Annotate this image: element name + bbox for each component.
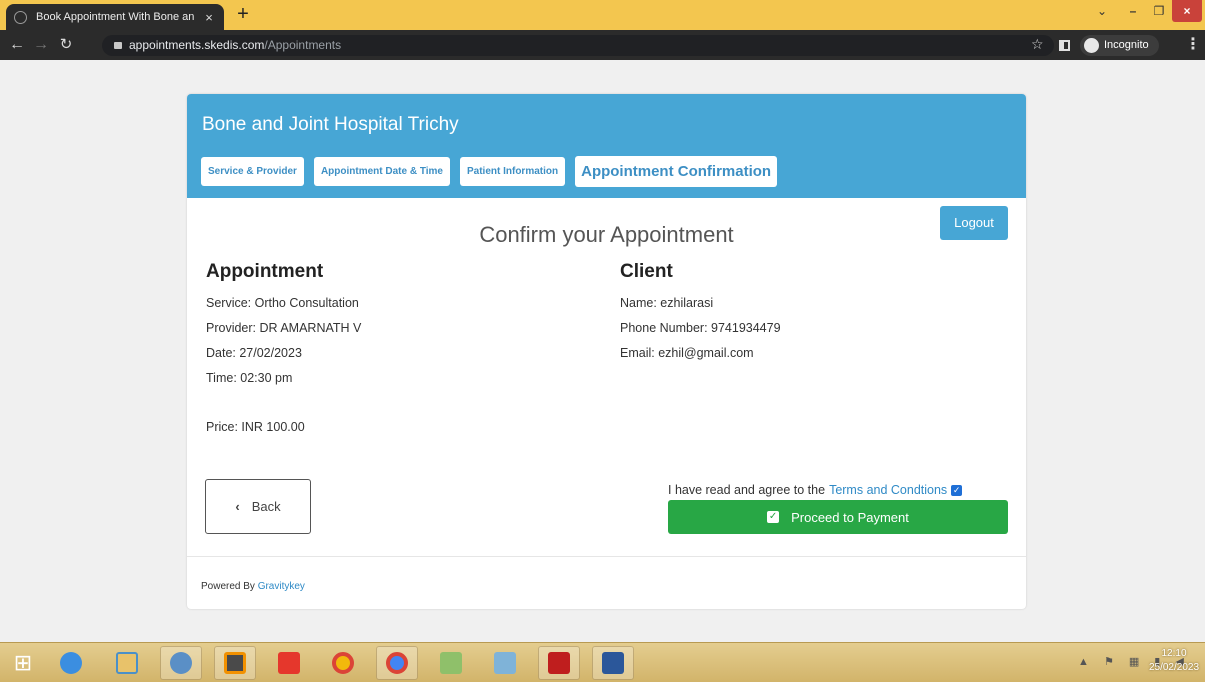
- minimize-button[interactable]: –: [1120, 0, 1146, 22]
- powered-by-text: Powered By: [201, 581, 255, 592]
- tab-search-chevron-icon[interactable]: ⌄: [1090, 0, 1114, 22]
- appointment-heading: Appointment: [206, 261, 324, 282]
- close-window-button[interactable]: ×: [1172, 0, 1202, 22]
- chrome-incognito-icon: [386, 652, 408, 674]
- proceed-label: Proceed to Payment: [791, 509, 909, 525]
- client-heading: Client: [620, 261, 673, 282]
- side-panel-icon[interactable]: [1059, 40, 1070, 51]
- card-footer: Powered By Gravitykey: [187, 556, 1026, 609]
- file-explorer-icon: [116, 652, 138, 674]
- tab-appointment-date-time[interactable]: Appointment Date & Time: [313, 157, 450, 186]
- windows-logo-icon: ⊞: [13, 650, 33, 675]
- taskbar-filezilla[interactable]: [538, 646, 580, 680]
- terms-text: I have read and agree to the: [668, 483, 826, 497]
- chevron-left-icon: ‹: [235, 499, 240, 514]
- clock-time: 12:10: [1161, 648, 1187, 659]
- back-button-label: Back: [251, 499, 281, 514]
- browser-tab[interactable]: Book Appointment With Bone an ×: [6, 4, 224, 30]
- reload-icon[interactable]: ↻: [55, 34, 77, 56]
- maximize-button[interactable]: ❐: [1148, 0, 1170, 22]
- taskbar-media[interactable]: [160, 646, 202, 680]
- step-tabs: Service & Provider Appointment Date & Ti…: [201, 156, 787, 187]
- media-app-icon: [170, 652, 192, 674]
- url-host: appointments.skedis.com: [129, 38, 265, 52]
- taskbar-app-pencil[interactable]: [484, 646, 526, 680]
- tab-close-icon[interactable]: ×: [202, 10, 216, 25]
- hospital-name: Bone and Joint Hospital Trichy: [202, 114, 459, 135]
- taskbar-chrome-incognito[interactable]: [376, 646, 418, 680]
- back-button[interactable]: ‹ Back: [205, 479, 311, 534]
- taskbar-ie[interactable]: [50, 646, 92, 680]
- word-icon: [602, 652, 624, 674]
- browser-toolbar: ← → ↻ appointments.skedis.com/Appointmen…: [0, 30, 1205, 60]
- tab-appointment-confirmation[interactable]: Appointment Confirmation: [575, 156, 778, 187]
- taskbar-chrome[interactable]: [322, 646, 364, 680]
- taskbar-explorer[interactable]: [106, 646, 148, 680]
- price-line: Price: INR 100.00: [206, 420, 305, 434]
- incognito-indicator[interactable]: Incognito: [1080, 35, 1159, 56]
- taskbar-app-notes[interactable]: [430, 646, 472, 680]
- check-square-icon: ✓: [767, 511, 780, 523]
- address-bar[interactable]: appointments.skedis.com/Appointments: [102, 35, 1054, 56]
- taskbar-anydesk[interactable]: [268, 646, 310, 680]
- back-arrow-icon[interactable]: ←: [6, 34, 28, 56]
- url-path: /Appointments: [264, 38, 342, 52]
- tab-patient-information[interactable]: Patient Information: [459, 157, 566, 186]
- incognito-icon: [1084, 38, 1099, 53]
- start-button[interactable]: ⊞: [2, 646, 44, 680]
- time-line: Time: 02:30 pm: [206, 371, 293, 385]
- taskbar-sublime[interactable]: [214, 646, 256, 680]
- powered-by-brand-link[interactable]: Gravitykey: [258, 581, 305, 592]
- taskbar-word[interactable]: [592, 646, 634, 680]
- pencil-app-icon: [494, 652, 516, 674]
- incognito-label: Incognito: [1104, 39, 1149, 51]
- browser-tab-strip: Book Appointment With Bone an × + ⌄ – ❐ …: [0, 0, 1205, 30]
- sticky-notes-icon: [440, 652, 462, 674]
- taskbar-clock[interactable]: 12:10 25/02/2023: [1148, 647, 1200, 682]
- date-line: Date: 27/02/2023: [206, 346, 302, 360]
- clock-date: 25/02/2023: [1148, 662, 1200, 673]
- appointment-card: Bone and Joint Hospital Trichy Service &…: [187, 94, 1026, 609]
- client-email-line: Email: ezhil@gmail.com: [620, 346, 754, 360]
- client-name-line: Name: ezhilarasi: [620, 296, 714, 310]
- tab-service-provider[interactable]: Service & Provider: [201, 157, 304, 186]
- tab-title: Book Appointment With Bone an: [36, 11, 195, 23]
- provider-line: Provider: DR AMARNATH V: [206, 321, 362, 335]
- anydesk-icon: [278, 652, 300, 674]
- globe-icon: [14, 10, 27, 24]
- terms-checkbox[interactable]: ✓: [951, 484, 963, 496]
- terms-link[interactable]: Terms and Condtions: [829, 483, 947, 497]
- chrome-icon: [332, 652, 354, 674]
- client-phone-line: Phone Number: 9741934479: [620, 321, 781, 335]
- service-line: Service: Ortho Consultation: [206, 296, 359, 310]
- sublime-text-icon: [224, 652, 246, 674]
- page-title: Confirm your Appointment: [479, 222, 734, 247]
- forward-arrow-icon[interactable]: →: [30, 34, 52, 56]
- terms-agreement: I have read and agree to the Terms and C…: [668, 483, 963, 497]
- lock-icon: [114, 42, 122, 49]
- browser-menu-icon[interactable]: ⋮: [1185, 34, 1201, 56]
- bookmark-star-icon[interactable]: ☆: [1031, 33, 1044, 55]
- filezilla-icon: [548, 652, 570, 674]
- os-taskbar: ⊞ ▲ ⚑ ▦ ▮ ◀ 12:10 25/02/2023: [0, 642, 1205, 682]
- powered-by: Powered By Gravitykey: [201, 581, 305, 592]
- new-tab-button[interactable]: +: [232, 3, 254, 25]
- internet-explorer-icon: [60, 652, 82, 674]
- card-header: Bone and Joint Hospital Trichy Service &…: [187, 94, 1026, 198]
- proceed-to-payment-button[interactable]: ✓ Proceed to Payment: [668, 500, 1008, 534]
